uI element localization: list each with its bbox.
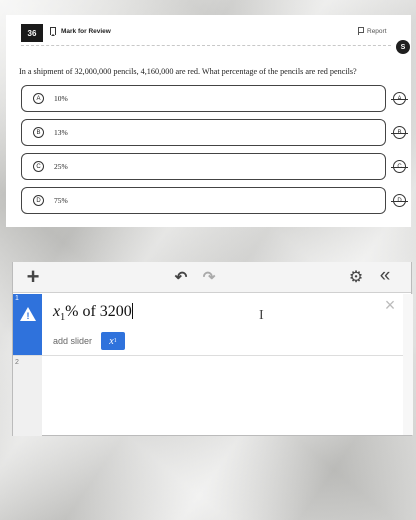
text-caret [131,303,133,319]
graphing-calculator-panel: + ↶ ↷ ⚙ « 1 ! x1% of 3200 I × add slider… [12,262,413,436]
strikethrough-toggle-button[interactable]: S [396,40,410,54]
answer-option-c[interactable]: C 25% [21,153,386,180]
row-divider [13,355,411,356]
row-number: 1 [15,295,19,302]
option-letter: A [33,93,44,104]
answer-option-d[interactable]: D 75% [21,187,386,214]
mark-for-review-button[interactable]: Mark for Review [50,27,111,36]
expr-rest: % of 3200 [65,303,132,320]
close-icon[interactable]: × [382,296,398,314]
row-gutter: 1 ! [13,294,42,355]
calculator-toolbar: + ↶ ↷ ⚙ « [13,262,411,293]
slider-subscript: 1 [113,338,117,344]
add-item-icon[interactable]: + [23,266,43,288]
option-text: 13% [54,128,68,137]
bookmark-icon [50,27,56,36]
undo-icon[interactable]: ↶ [173,268,189,286]
eliminate-option-a-button[interactable]: A [391,92,408,105]
mouse-ibeam-cursor: I [259,308,264,323]
expression-list-scrollbar[interactable] [403,294,413,435]
option-text: 10% [54,94,68,103]
question-header: 36 Mark for Review Report [6,15,411,47]
redo-icon[interactable]: ↷ [201,268,217,286]
mark-for-review-label: Mark for Review [61,27,111,35]
gear-icon[interactable]: ⚙ [348,267,364,287]
warning-mark: ! [26,311,30,321]
report-button[interactable]: Report [358,27,387,35]
eliminate-option-b-button[interactable]: B [391,126,408,139]
row-gutter-empty [13,356,42,436]
collapse-panel-icon[interactable]: « [375,265,395,287]
header-divider [21,45,391,46]
question-card: 36 Mark for Review Report S In a shipmen… [6,15,411,227]
option-letter: B [33,127,44,138]
option-letter: D [33,195,44,206]
add-slider-label: add slider [53,336,93,346]
option-text: 25% [54,162,68,171]
report-label: Report [367,27,387,35]
option-letter: C [33,161,44,172]
eliminate-option-d-button[interactable]: D [391,194,408,207]
expression-row-1[interactable]: 1 ! x1% of 3200 I × add slider x1 [13,294,411,355]
row-number: 2 [15,359,19,366]
expression-input[interactable]: x1% of 3200 [53,303,133,323]
eliminate-option-c-button[interactable]: C [391,160,408,173]
add-slider-button[interactable]: x1 [101,332,125,350]
question-text: In a shipment of 32,000,000 pencils, 4,1… [19,67,357,76]
question-number: 36 [21,24,43,42]
answer-option-a[interactable]: A 10% [21,85,386,112]
option-text: 75% [54,196,68,205]
answer-option-b[interactable]: B 13% [21,119,386,146]
flag-icon [358,27,364,35]
